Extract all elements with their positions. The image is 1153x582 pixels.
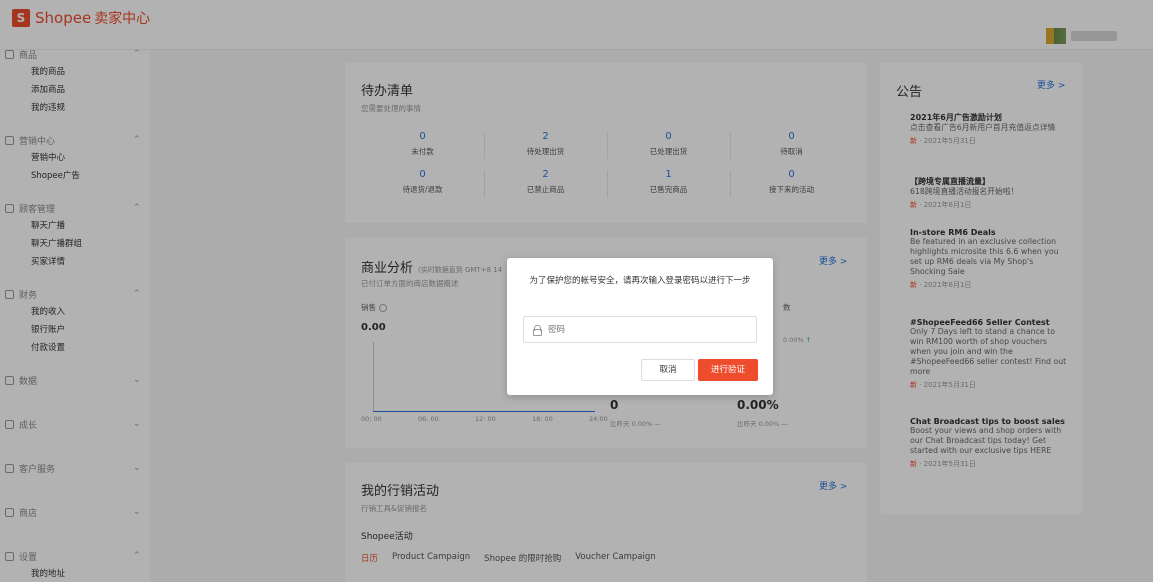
cancel-button[interactable]: 取消 xyxy=(641,359,695,381)
dialog-message: 为了保护您的帐号安全，请再次输入登录密码以进行下一步 xyxy=(529,276,751,286)
verify-button[interactable]: 进行验证 xyxy=(698,359,758,381)
password-field[interactable] xyxy=(523,316,757,343)
password-verify-dialog: 为了保护您的帐号安全，请再次输入登录密码以进行下一步 取消 进行验证 xyxy=(507,258,773,395)
password-input[interactable] xyxy=(548,324,728,335)
lock-icon xyxy=(533,324,542,336)
